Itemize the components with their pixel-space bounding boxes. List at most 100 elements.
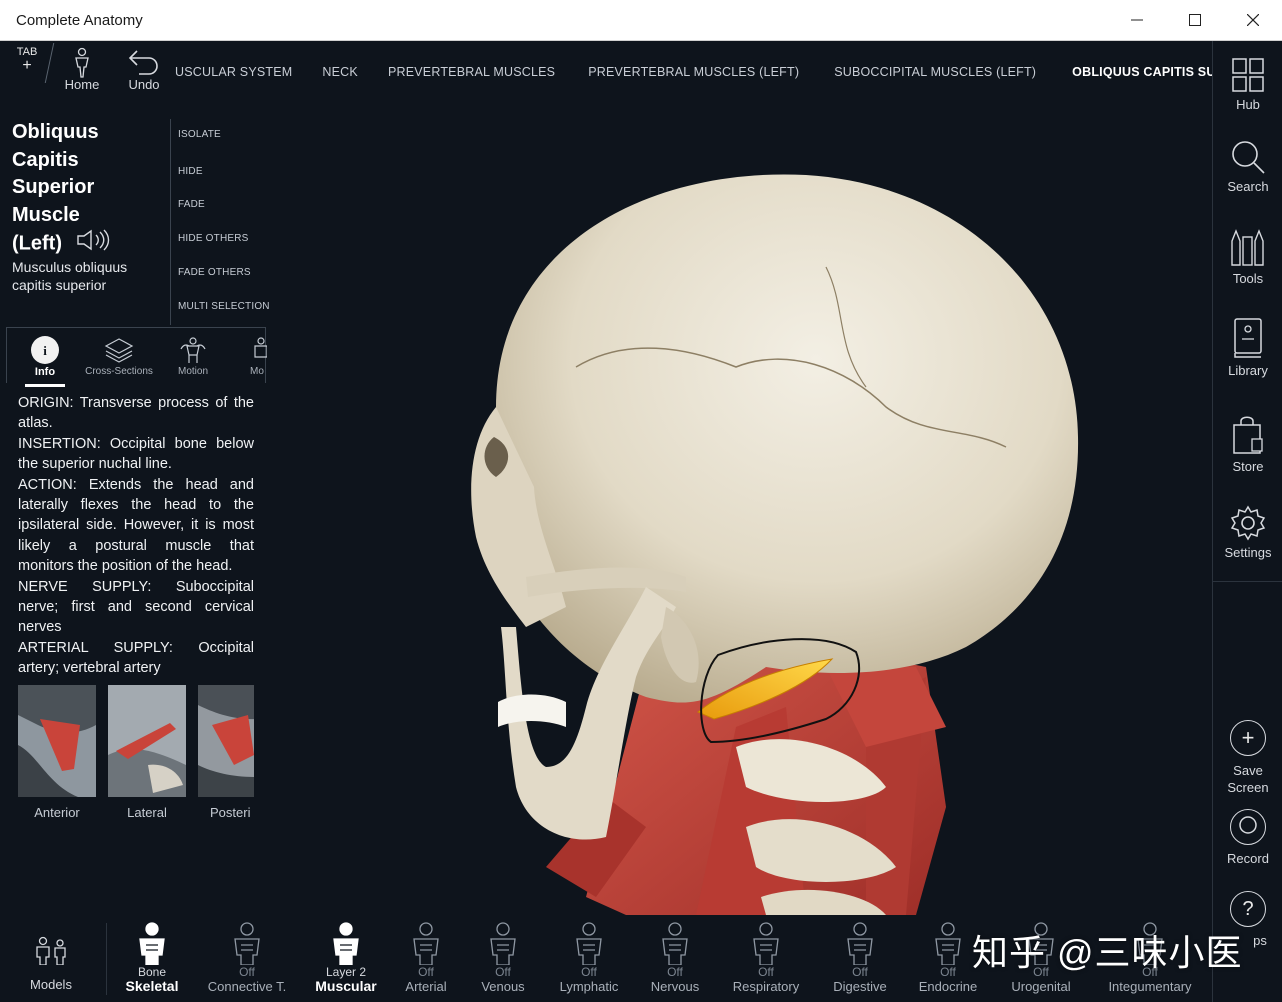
tab-cross-sections-label: Cross-Sections — [85, 366, 153, 377]
search-button[interactable]: Search — [1213, 139, 1282, 194]
system-name-label: Venous — [481, 979, 525, 994]
thumbnail-lateral[interactable]: Lateral — [108, 685, 186, 820]
breadcrumb-item[interactable]: SUBOCCIPITAL MUSCLES (LEFT) — [834, 65, 1036, 79]
thumbnail-image — [18, 685, 96, 797]
tools-button[interactable]: Tools — [1213, 227, 1282, 286]
anatomy-model[interactable] — [266, 107, 1212, 915]
breadcrumb-item[interactable]: PREVERTEBRAL MUSCLES (LEFT) — [588, 65, 799, 79]
3d-viewport[interactable] — [266, 107, 1212, 915]
record-button[interactable]: Record — [1213, 809, 1282, 866]
system-toggle-skeletal[interactable]: Bone Skeletal — [104, 919, 200, 994]
pronounce-speaker-icon[interactable] — [76, 229, 112, 260]
home-figure-icon — [57, 47, 107, 78]
system-figure-icon — [541, 919, 637, 965]
info-icon: i — [21, 334, 69, 366]
tab-info-label: Info — [34, 366, 56, 378]
structure-panel: Obliquus Capitis Superior Muscle (Left) … — [0, 107, 270, 827]
tab-more[interactable]: Mo — [247, 334, 267, 377]
models-button[interactable]: Models — [3, 919, 99, 992]
system-name-label: Integumentary — [1108, 979, 1192, 994]
tab-motion[interactable]: Motion — [171, 334, 215, 377]
tab-plus-icon: + — [22, 57, 32, 74]
store-bag-icon — [1233, 416, 1263, 454]
layers-icon — [81, 334, 157, 366]
system-toggle-lymphatic[interactable]: Off Lymphatic — [541, 919, 637, 994]
active-tab-indicator — [25, 384, 65, 387]
hide-button[interactable]: HIDE — [178, 166, 203, 177]
search-label: Search — [1227, 179, 1269, 194]
gear-icon — [1230, 505, 1266, 541]
hide-others-button[interactable]: HIDE OTHERS — [178, 233, 249, 244]
undo-button[interactable]: Undo — [119, 47, 169, 92]
system-name-label: Nervous — [650, 979, 700, 994]
system-name-label: Connective T. — [207, 979, 287, 994]
system-toggle-digestive[interactable]: Off Digestive — [812, 919, 908, 994]
system-figure-icon — [718, 919, 814, 965]
close-button[interactable] — [1224, 0, 1282, 40]
home-button[interactable]: Home — [57, 47, 107, 92]
structure-title-line: Superior — [12, 176, 95, 198]
system-toggle-respiratory[interactable]: Off Respiratory — [718, 919, 814, 994]
system-figure-icon — [627, 919, 723, 965]
hub-grid-icon — [1232, 58, 1264, 92]
breadcrumb-item[interactable]: USCULAR SYSTEM — [175, 65, 292, 79]
minimize-button[interactable] — [1108, 0, 1166, 40]
store-button[interactable]: Store — [1213, 413, 1282, 474]
fade-button[interactable]: FADE — [178, 199, 205, 210]
arterial-supply-text: ARTERIAL SUPPLY: Occipital artery; verte… — [18, 639, 254, 677]
system-name-label: Lymphatic — [559, 979, 619, 994]
system-state-label: Off — [667, 965, 683, 979]
hub-button[interactable]: Hub — [1213, 57, 1282, 112]
library-button[interactable]: Library — [1213, 317, 1282, 378]
record-label: Record — [1227, 851, 1269, 866]
help-question-icon: ? — [1230, 891, 1266, 927]
maximize-button[interactable] — [1166, 0, 1224, 40]
tab-cross-sections[interactable]: Cross-Sections — [81, 334, 157, 377]
thumbnail-posterior[interactable]: Posteri — [198, 685, 254, 820]
thumbnail-anterior[interactable]: Anterior — [18, 685, 96, 820]
system-toggle-connective-t[interactable]: Off Connective T. — [199, 919, 295, 994]
close-icon — [1247, 14, 1259, 26]
tab-button[interactable]: TAB + — [4, 43, 50, 83]
record-icon — [1230, 809, 1266, 845]
system-name-label: Skeletal — [125, 978, 179, 994]
breadcrumb-item[interactable]: NECK — [322, 65, 358, 79]
motion-figure-icon — [171, 334, 215, 366]
system-toggle-venous[interactable]: Off Venous — [455, 919, 551, 994]
app-window: Complete Anatomy TAB + Home Undo USCULAR… — [0, 0, 1282, 1002]
system-figure-icon — [812, 919, 908, 965]
thumbnail-label: Posteri — [210, 805, 251, 820]
action-text: ACTION: Extends the head and laterally f… — [18, 476, 254, 575]
system-figure-icon — [455, 919, 551, 965]
undo-icon — [119, 47, 169, 77]
multi-selection-button[interactable]: MULTI SELECTION — [178, 301, 270, 312]
system-toggle-nervous[interactable]: Off Nervous — [627, 919, 723, 994]
latin-line: capitis superior — [12, 277, 107, 293]
system-name-label: Digestive — [833, 979, 887, 994]
structure-title-line: (Left) — [12, 232, 62, 255]
view-thumbnails: Anterior Lateral Posteri — [18, 685, 254, 825]
fade-others-button[interactable]: FADE OTHERS — [178, 267, 251, 278]
system-state-label: Off — [581, 965, 597, 979]
system-state-label: Off — [495, 965, 511, 979]
figure-icon — [247, 334, 267, 366]
system-name-label: Respiratory — [732, 979, 800, 994]
save-screen-label: Save Screen — [1227, 763, 1269, 795]
settings-button[interactable]: Settings — [1213, 505, 1282, 560]
structure-latin-name: Musculus obliquus capitis superior — [12, 258, 162, 294]
thumbnail-image — [108, 685, 186, 797]
tools-label: Tools — [1232, 271, 1264, 286]
search-icon — [1232, 141, 1265, 174]
tab-info[interactable]: i Info — [21, 334, 69, 387]
structure-title-line: Muscle — [12, 203, 80, 226]
structure-title-line: Obliquus — [12, 121, 99, 143]
isolate-button[interactable]: ISOLATE — [178, 129, 221, 140]
models-figures-icon — [3, 919, 99, 965]
breadcrumb-item[interactable]: PREVERTEBRAL MUSCLES — [388, 65, 555, 79]
save-screen-button[interactable]: + Save Screen — [1213, 720, 1282, 796]
origin-text: ORIGIN: Transverse process of the atlas. — [18, 395, 254, 432]
thumbnail-image — [198, 685, 254, 797]
models-label: Models — [30, 977, 72, 992]
library-book-icon — [1234, 318, 1262, 358]
home-label: Home — [64, 77, 100, 92]
